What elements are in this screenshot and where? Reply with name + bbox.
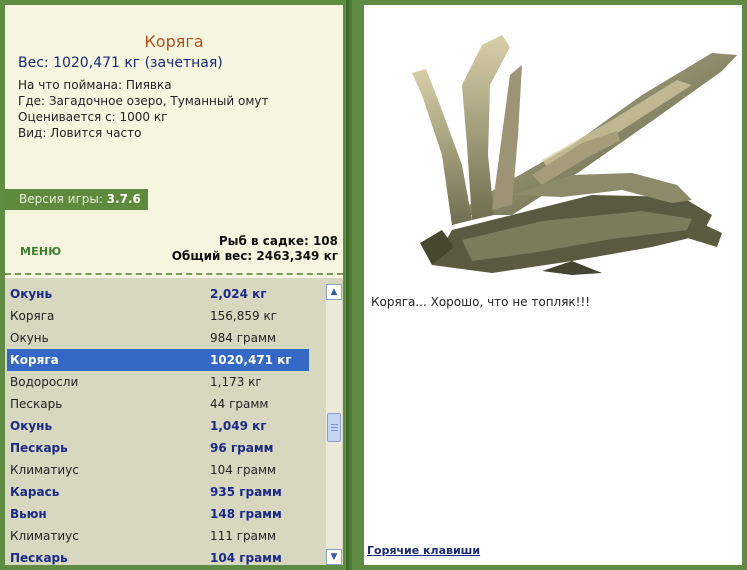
detail-location: Где: Загадочное озеро, Туманный омут [18, 94, 269, 108]
fish-weight: 984 грамм [210, 331, 277, 345]
left-frame: Коряга Вес: 1020,471 кг (зачетная) На чт… [0, 0, 349, 570]
fish-name: Окунь [10, 419, 53, 433]
cage-stats: Рыб в садке: 108 Общий вес: 2463,349 кг [172, 234, 338, 264]
right-panel: Коряга... Хорошо, что не топляк!!! Горяч… [364, 5, 742, 565]
scroll-thumb[interactable] [327, 413, 341, 442]
fish-name: Коряга [10, 353, 59, 367]
fish-weight: 1020,471 кг [210, 353, 292, 367]
fish-list-area: Окунь 2,024 кг Коряга 156,859 кг Окунь 984 гр… [5, 278, 343, 565]
fish-name: Пескарь [10, 441, 68, 455]
fish-row[interactable]: Коряга 156,859 кг [7, 305, 309, 327]
fish-count: Рыб в садке: 108 [218, 234, 338, 248]
fish-weight: 156,859 кг [210, 309, 277, 323]
divider [5, 273, 343, 275]
fish-weight: 104 грамм [210, 551, 282, 565]
fish-weight: 1,049 кг [210, 419, 267, 433]
fish-row[interactable]: Пескарь 96 грамм [7, 437, 309, 459]
fish-row[interactable]: Пескарь 44 грамм [7, 393, 309, 415]
fish-row[interactable]: Пескарь 104 грамм [7, 547, 309, 565]
fish-name: Пескарь [10, 397, 63, 411]
triangle-up-icon: ▲ [330, 287, 338, 297]
fish-name: Карась [10, 485, 60, 499]
fish-weight: 96 грамм [210, 441, 274, 455]
fish-row[interactable]: Окунь 2,024 кг [7, 283, 309, 305]
grip-line [331, 430, 338, 431]
fish-name: Водоросли [10, 375, 79, 389]
fish-row[interactable]: Климатиус 111 грамм [7, 525, 309, 547]
fish-row[interactable]: Вьюн 148 грамм [7, 503, 309, 525]
fish-name: Коряга [10, 309, 55, 323]
fish-weight: 104 грамм [210, 463, 277, 477]
catch-caption: Коряга... Хорошо, что не топляк!!! [371, 295, 591, 309]
fish-name: Окунь [10, 287, 53, 301]
catch-title: Коряга [144, 32, 204, 51]
fish-row[interactable]: Окунь 1,049 кг [7, 415, 309, 437]
fish-weight: 935 грамм [210, 485, 282, 499]
detail-rating: Оценивается с: 1000 кг [18, 110, 168, 124]
fish-row-selected[interactable]: Коряга 1020,471 кг [7, 349, 309, 371]
driftwood-image [412, 35, 737, 275]
fish-row[interactable]: Климатиус 104 грамм [7, 459, 309, 481]
fish-weight: 111 грамм [210, 529, 277, 543]
right-frame: Коряга... Хорошо, что не топляк!!! Горяч… [352, 0, 747, 570]
total-weight: Общий вес: 2463,349 кг [171, 249, 338, 263]
fish-weight: 1,173 кг [210, 375, 262, 389]
detail-bait: На что поймана: Пиявка [18, 78, 172, 92]
fish-name: Вьюн [10, 507, 47, 521]
list-scrollbar[interactable]: ▲ ▼ [326, 284, 342, 565]
fish-row[interactable]: Водоросли 1,173 кг [7, 371, 309, 393]
left-panel: Коряга Вес: 1020,471 кг (зачетная) На чт… [5, 5, 343, 565]
catch-details: На что поймана: Пиявка Где: Загадочное о… [18, 77, 268, 141]
hotkeys-link[interactable]: Горячие клавиши [367, 544, 480, 557]
fish-name: Пескарь [10, 551, 68, 565]
triangle-down-icon: ▼ [330, 552, 338, 562]
scroll-up-button[interactable]: ▲ [326, 284, 342, 300]
fish-row[interactable]: Окунь 984 грамм [7, 327, 309, 349]
fish-name: Климатиус [10, 463, 79, 477]
version-label: Версия игры: [19, 192, 107, 206]
fish-list: Окунь 2,024 кг Коряга 156,859 кг Окунь 984 гр… [7, 283, 309, 565]
fish-name: Климатиус [10, 529, 79, 543]
version-number: 3.7.6 [106, 192, 141, 206]
fish-weight: 148 грамм [210, 507, 282, 521]
version-bar: Версия игры: 3.7.6 [5, 189, 148, 210]
scroll-down-button[interactable]: ▼ [326, 549, 342, 565]
fish-row[interactable]: Карась 935 грамм [7, 481, 309, 503]
catch-weight: Вес: 1020,471 кг (зачетная) [18, 55, 223, 71]
fish-name: Окунь [10, 331, 49, 345]
grip-line [331, 427, 338, 428]
menu-button[interactable]: МЕНЮ [20, 245, 61, 258]
fish-weight: 2,024 кг [210, 287, 267, 301]
fish-weight: 44 грамм [210, 397, 269, 411]
grip-line [331, 424, 338, 425]
detail-frequency: Вид: Ловится часто [18, 126, 142, 140]
